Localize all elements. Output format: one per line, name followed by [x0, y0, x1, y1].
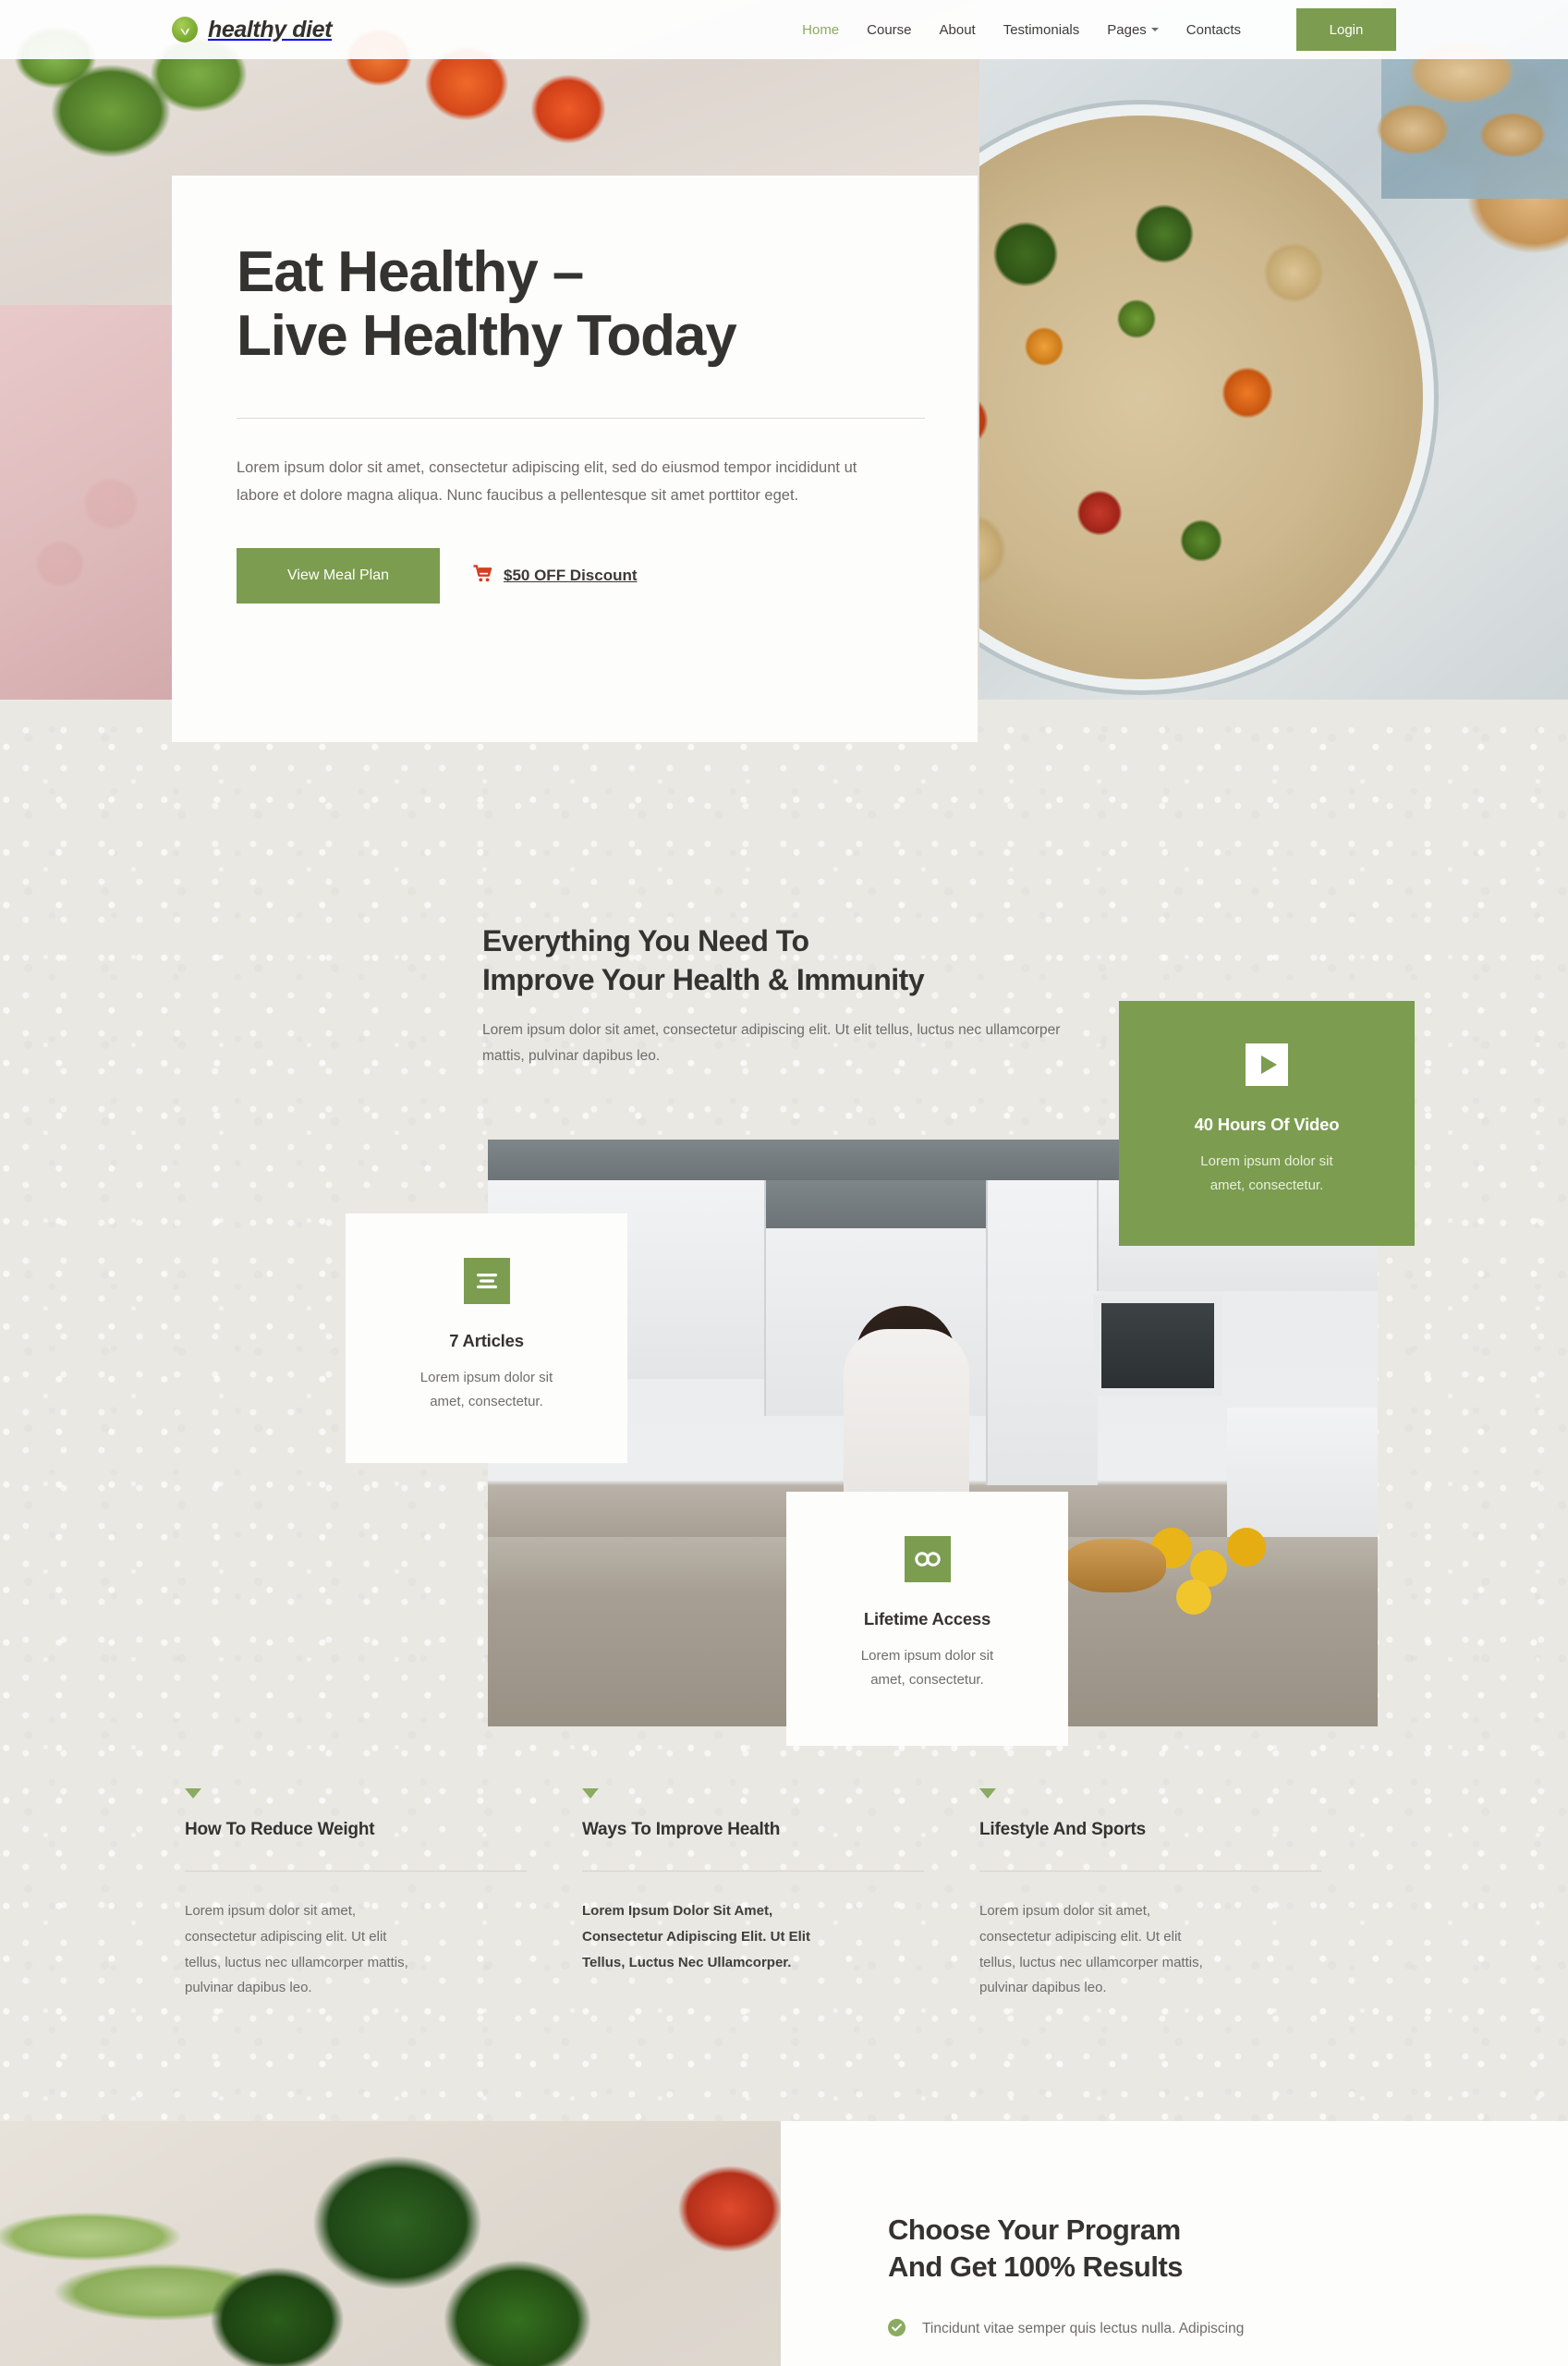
- feature-card-articles-title: 7 Articles: [449, 1331, 524, 1350]
- program-title: Choose Your Program And Get 100% Results: [888, 2214, 1184, 2284]
- nav-item-contacts[interactable]: Contacts: [1186, 22, 1241, 38]
- microwave-oven: [1093, 1295, 1222, 1396]
- cabinet-seam-1: [764, 1180, 766, 1416]
- article-lines-icon: [463, 1258, 510, 1304]
- hero-photo-right-bowl: [979, 0, 1568, 700]
- feature-card-lifetime-text: Lorem ipsum dolor sit amet, consectetur.: [860, 1648, 994, 1688]
- login-button[interactable]: Login: [1296, 8, 1396, 51]
- topic-text-improve-health: Lorem Ipsum Dolor Sit Amet, Consectetur …: [582, 1903, 810, 1970]
- play-icon: [1244, 1042, 1290, 1088]
- topic-divider-3: [979, 1871, 1321, 1872]
- program-bullet-item: Tincidunt vitae semper quis lectus nulla…: [888, 2318, 1568, 2341]
- triangle-down-icon: [979, 1788, 996, 1799]
- nav-item-testimonials[interactable]: Testimonials: [1003, 22, 1080, 38]
- cabinet-seam-3: [1097, 1180, 1099, 1291]
- program-bullet-text: Tincidunt vitae semper quis lectus nulla…: [922, 2320, 1245, 2336]
- lemon-4: [1176, 1579, 1211, 1615]
- nav-label-about: About: [939, 21, 976, 38]
- feature-card-video[interactable]: 40 Hours Of Video Lorem ipsum dolor sit …: [1119, 1001, 1415, 1246]
- discount-link[interactable]: $50 OFF Discount: [473, 565, 638, 587]
- feature-card-lifetime-title: Lifetime Access: [863, 1609, 991, 1628]
- brand-name: healthy diet: [208, 16, 333, 43]
- triangle-down-icon: [582, 1788, 599, 1799]
- page-root: healthy diet Home Course About Testimoni…: [0, 0, 1568, 2366]
- hero-card: Eat Healthy – Live Healthy Today Lorem i…: [172, 176, 978, 742]
- nav-label-testimonials: Testimonials: [1003, 21, 1080, 38]
- feature-card-articles[interactable]: 7 Articles Lorem ipsum dolor sit amet, c…: [346, 1213, 627, 1463]
- feature-card-lifetime[interactable]: Lifetime Access Lorem ipsum dolor sit am…: [786, 1492, 1068, 1746]
- veggie-bowl-decor: [979, 116, 1423, 679]
- nav-label-home: Home: [802, 21, 840, 38]
- nav-label-contacts: Contacts: [1185, 21, 1241, 38]
- feature-card-video-title: 40 Hours Of Video: [1194, 1115, 1340, 1134]
- bread-loaf: [1063, 1539, 1166, 1592]
- features-subtitle: Lorem ipsum dolor sit amet, consectetur …: [482, 1022, 1061, 1064]
- nav-label-course: Course: [867, 21, 912, 38]
- topic-columns: How To Reduce Weight Lorem ipsum dolor s…: [185, 1788, 1377, 2001]
- topic-title-lifestyle-sports: Lifestyle And Sports: [979, 1820, 1147, 1839]
- kitchen-side-cabinet: [1227, 1408, 1378, 1546]
- features-heading-block: Everything You Need To Improve Your Heal…: [482, 922, 1074, 1068]
- nav-label-pages: Pages: [1107, 21, 1147, 38]
- brand-logo[interactable]: healthy diet: [172, 16, 333, 43]
- nav-item-home[interactable]: Home: [802, 22, 839, 38]
- triangle-down-icon: [185, 1788, 201, 1799]
- topic-column-lifestyle-sports[interactable]: Lifestyle And Sports Lorem ipsum dolor s…: [979, 1788, 1377, 2001]
- shopping-cart-icon: [473, 565, 492, 587]
- topic-text-reduce-weight: Lorem ipsum dolor sit amet, consectetur …: [185, 1903, 408, 1996]
- topic-title-improve-health: Ways To Improve Health: [582, 1820, 781, 1839]
- topic-text-lifestyle-sports: Lorem ipsum dolor sit amet, consectetur …: [979, 1903, 1203, 1996]
- main-navigation: Home Course About Testimonials Pages Con…: [802, 8, 1568, 51]
- nav-item-about[interactable]: About: [940, 22, 976, 38]
- feature-card-video-text: Lorem ipsum dolor sit amet, consectetur.: [1200, 1153, 1333, 1193]
- check-circle-icon: [888, 2318, 906, 2336]
- site-header: healthy diet Home Course About Testimoni…: [0, 0, 1568, 59]
- cabinet-seam-2: [986, 1180, 988, 1485]
- hero-description: Lorem ipsum dolor sit amet, consectetur …: [237, 458, 857, 504]
- discount-label: $50 OFF Discount: [504, 566, 638, 584]
- view-meal-plan-button[interactable]: View Meal Plan: [237, 547, 440, 604]
- topic-column-improve-health[interactable]: Ways To Improve Health Lorem Ipsum Dolor…: [582, 1788, 979, 2001]
- topic-column-reduce-weight[interactable]: How To Reduce Weight Lorem ipsum dolor s…: [185, 1788, 582, 2001]
- kitchen-shadow-band: [765, 1180, 987, 1228]
- topic-divider-2: [582, 1871, 924, 1872]
- chevron-down-icon: [1150, 28, 1159, 31]
- hero-title: Eat Healthy – Live Healthy Today: [237, 240, 737, 369]
- kitchen-tall-cabinet: [987, 1180, 1098, 1485]
- leaf-circle-icon: [172, 17, 198, 43]
- nav-item-pages[interactable]: Pages: [1107, 22, 1159, 38]
- lemon-3: [1227, 1528, 1266, 1567]
- hero-actions: View Meal Plan $50 OFF Discount: [237, 547, 913, 604]
- hero-divider: [237, 417, 925, 419]
- infinity-icon: [904, 1536, 951, 1582]
- feature-card-articles-text: Lorem ipsum dolor sit amet, consectetur.: [419, 1370, 553, 1409]
- program-card: Choose Your Program And Get 100% Results…: [781, 2121, 1568, 2366]
- topic-divider-1: [185, 1871, 527, 1872]
- features-title: Everything You Need To Improve Your Heal…: [482, 924, 925, 996]
- topic-title-reduce-weight: How To Reduce Weight: [185, 1820, 375, 1839]
- nav-item-course[interactable]: Course: [867, 22, 911, 38]
